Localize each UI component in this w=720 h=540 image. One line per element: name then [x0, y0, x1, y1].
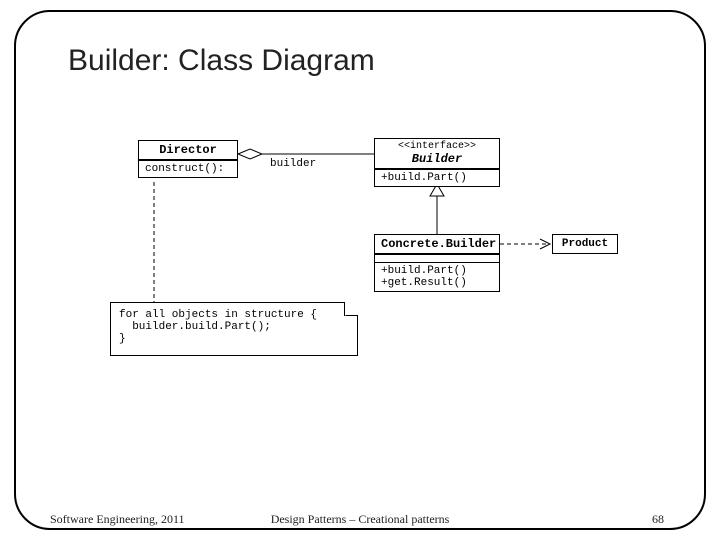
note-line-3: } — [119, 333, 349, 345]
director-operation: construct(): — [139, 160, 237, 177]
interface-builder: <<interface>> Builder +build.Part() — [374, 138, 500, 187]
concrete-op-build: +build.Part() — [381, 265, 493, 277]
slide-title: Builder: Class Diagram — [68, 44, 375, 78]
concrete-name: Concrete.Builder — [381, 237, 496, 251]
association-role-label: builder — [270, 158, 316, 170]
uml-diagram: Director construct(): <<interface>> Buil… — [110, 130, 630, 390]
concrete-attributes-empty — [375, 254, 499, 262]
class-product: Product — [552, 234, 618, 254]
note-fold-icon — [344, 302, 358, 316]
note-line-1: for all objects in structure { — [119, 309, 349, 321]
builder-stereotype: <<interface>> — [381, 141, 493, 152]
builder-name: Builder — [381, 152, 493, 166]
concrete-op-getresult: +get.Result() — [381, 277, 493, 289]
class-director: Director construct(): — [138, 140, 238, 178]
builder-operation: +build.Part() — [375, 169, 499, 186]
product-name: Product — [562, 238, 608, 250]
footer-right: 68 — [652, 512, 664, 527]
note-box: for all objects in structure { builder.b… — [110, 302, 358, 356]
note-line-2: builder.build.Part(); — [119, 321, 349, 333]
director-name: Director — [159, 143, 217, 157]
footer-center: Design Patterns – Creational patterns — [0, 512, 720, 527]
class-concrete-builder: Concrete.Builder +build.Part() +get.Resu… — [374, 234, 500, 292]
